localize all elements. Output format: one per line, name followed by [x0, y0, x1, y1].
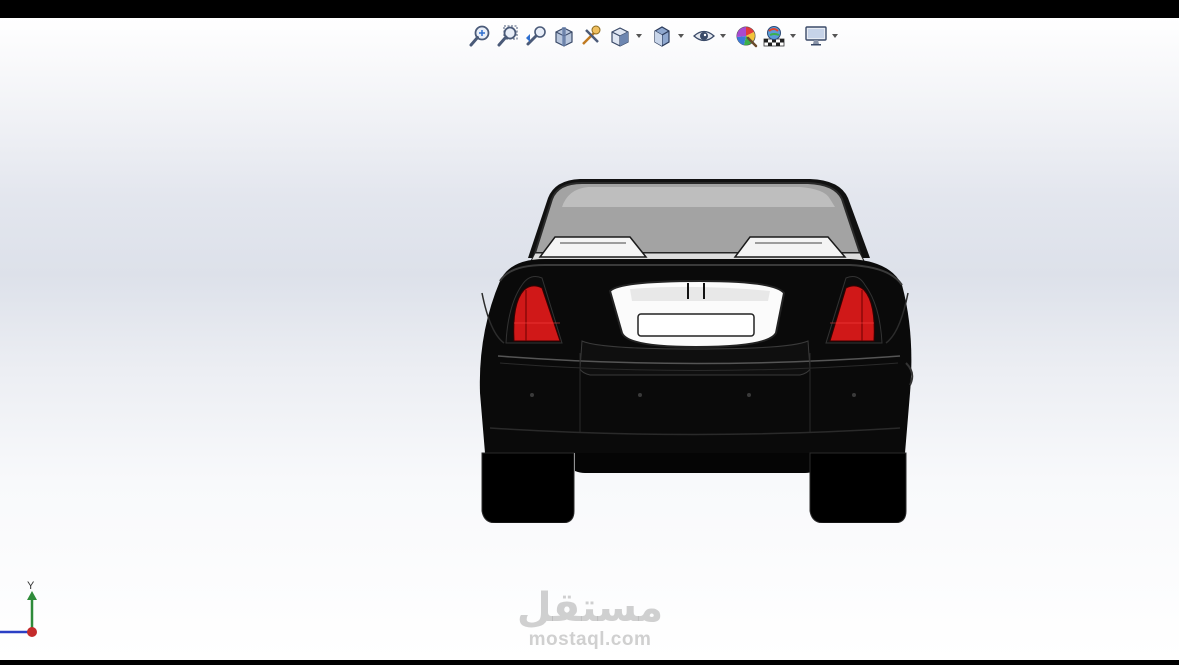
display-style-dropdown[interactable]: [676, 22, 686, 50]
edit-appearance-icon: [736, 26, 758, 48]
zoom-to-fit-button[interactable]: [466, 22, 494, 50]
section-view-button[interactable]: [550, 22, 578, 50]
view-orientation-button[interactable]: [606, 22, 634, 50]
zoom-to-area-button[interactable]: [494, 22, 522, 50]
right-rear-tire: [809, 452, 907, 523]
top-black-bar: [0, 0, 1179, 18]
left-rear-tire: [481, 452, 575, 523]
triad-y-label: Y: [27, 580, 35, 592]
apply-scene-icon: [763, 26, 785, 47]
dynamic-annotation-views-icon: [582, 25, 601, 45]
apply-scene-button[interactable]: [760, 22, 788, 50]
monitor-icon: [805, 26, 827, 46]
hide-show-items-icon: [693, 30, 715, 42]
zoom-to-fit-icon: [469, 25, 490, 47]
edit-appearance-button[interactable]: [732, 22, 760, 50]
view-orientation-icon: [611, 27, 629, 47]
reference-triad: Y: [0, 578, 50, 642]
watermark-latin-text: mostaql.com: [528, 629, 652, 650]
car-3d-model[interactable]: [470, 173, 920, 523]
view-orientation-dropdown[interactable]: [634, 22, 644, 50]
view-settings-button[interactable]: [802, 22, 830, 50]
section-view-icon: [555, 27, 573, 47]
hide-show-items-button[interactable]: [690, 22, 718, 50]
license-plate: [637, 313, 755, 337]
heads-up-view-toolbar: [466, 22, 840, 50]
view-settings-dropdown[interactable]: [830, 22, 840, 50]
right-headrest: [733, 236, 847, 258]
display-style-icon: [654, 26, 670, 47]
watermark-arabic-text: مستقل: [516, 585, 664, 631]
left-headrest: [538, 236, 648, 258]
display-style-button[interactable]: [648, 22, 676, 50]
graphics-area[interactable]: Y مستقل mostaql.com: [0, 18, 1179, 660]
coordinate-axes-icon: [0, 591, 37, 637]
dynamic-annotation-views-button[interactable]: [578, 22, 606, 50]
hide-show-items-dropdown[interactable]: [718, 22, 728, 50]
previous-view-button[interactable]: [522, 22, 550, 50]
zoom-to-area-icon: [497, 25, 518, 47]
previous-view-icon: [526, 26, 546, 46]
bottom-black-bar: [0, 660, 1179, 665]
mostaql-watermark: مستقل mostaql.com: [510, 586, 670, 658]
apply-scene-dropdown[interactable]: [788, 22, 798, 50]
